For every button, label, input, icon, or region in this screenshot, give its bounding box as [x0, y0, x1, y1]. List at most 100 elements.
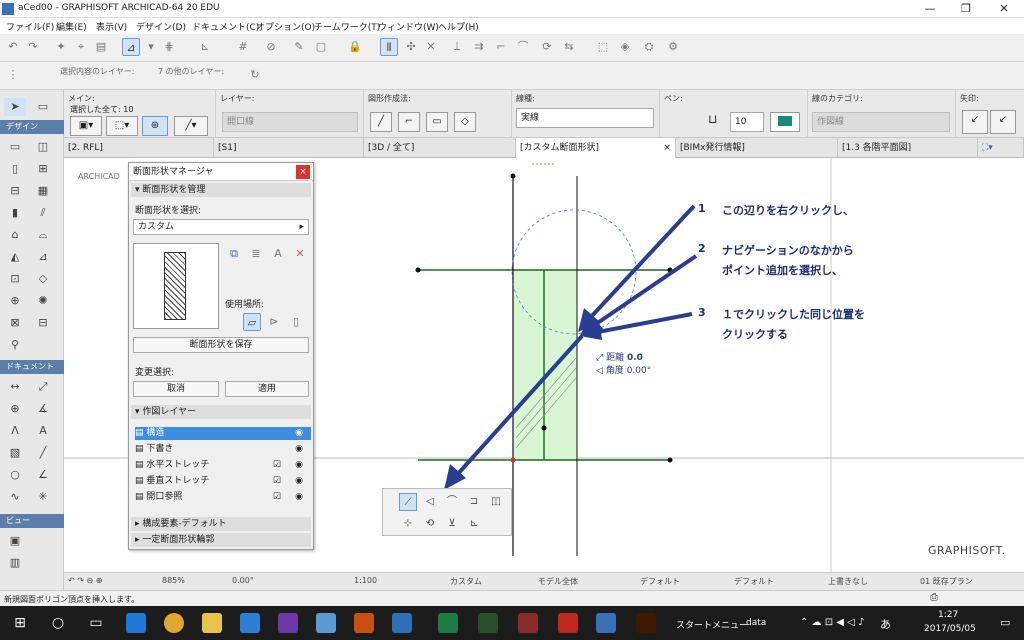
zoom-value[interactable]: 885%	[162, 576, 185, 585]
print-icon[interactable]: ⎙	[930, 592, 938, 603]
illustrator-icon[interactable]	[636, 613, 656, 633]
toolbox-design-header[interactable]: デザイン	[0, 120, 64, 134]
layer-row[interactable]: ▤ 構造 ◉	[135, 427, 311, 440]
excel-icon[interactable]	[438, 613, 458, 633]
angle-dim-icon[interactable]: ∡	[32, 400, 54, 418]
arrow-tool-icon[interactable]: ➤	[4, 98, 26, 116]
offset-icon[interactable]: ⇉	[470, 38, 488, 56]
checkbox-checked[interactable]: ☑	[273, 491, 281, 504]
hatch-tool-icon[interactable]: ▧	[4, 444, 26, 462]
rotate-icon[interactable]: ⟳	[538, 38, 556, 56]
tab-bimx[interactable]: [BIMx発行情報]	[676, 138, 838, 158]
roof-tool-icon[interactable]: ⌂	[4, 226, 26, 244]
polyline-tool-icon[interactable]: ∠	[32, 466, 54, 484]
morph-tool-icon[interactable]: ⊕	[4, 292, 26, 310]
lock-icon[interactable]: 🔒	[346, 38, 364, 56]
maximize-button[interactable]: ❐	[948, 0, 984, 18]
add-point-icon[interactable]: ⟋	[399, 493, 417, 511]
word-icon[interactable]	[392, 613, 412, 633]
split-node-icon[interactable]: ⊻	[443, 515, 461, 533]
pen-number-field[interactable]: 10	[730, 112, 764, 132]
mail-icon[interactable]	[240, 613, 260, 633]
model-view-value[interactable]: モデル全体	[538, 576, 578, 587]
shell-tool-icon[interactable]: ⌓	[32, 226, 54, 244]
section-edge-header[interactable]: ▸ 一定断面形状輪郭	[131, 533, 311, 547]
magic-wand-icon[interactable]: ✦	[52, 38, 70, 56]
data-label[interactable]: data	[746, 618, 766, 628]
minimize-button[interactable]: —	[912, 0, 948, 18]
category-select[interactable]: 作図線	[812, 112, 950, 132]
select-type-button[interactable]: ⬚▾	[106, 116, 138, 136]
pen-set-value[interactable]: デフォルト	[640, 576, 680, 587]
usage-column-icon[interactable]: ▯	[287, 313, 305, 331]
layer-row[interactable]: ▤ 開口参照 ☑ ◉	[135, 491, 311, 504]
tab-close-icon[interactable]: ×	[663, 138, 671, 158]
adjust-icon[interactable]: ⟘	[448, 38, 466, 56]
flash-icon[interactable]	[518, 613, 538, 633]
eye-icon[interactable]: ◉	[295, 475, 303, 488]
gravity-icon[interactable]: ⊾	[196, 38, 214, 56]
beam-tool-icon[interactable]: ⊟	[4, 182, 26, 200]
eye-icon[interactable]: ◉	[295, 443, 303, 456]
settings-gear-icon[interactable]: ⚙	[664, 38, 682, 56]
railing-tool-icon[interactable]: ⊿	[32, 248, 54, 266]
trim-icon[interactable]: ⫴	[380, 38, 398, 56]
tray-icons[interactable]: ⌃ ☁ ⊡ ◀ ◁ ♪	[800, 617, 864, 628]
dreamweaver-icon[interactable]	[478, 613, 498, 633]
label-tool-icon[interactable]: A	[32, 422, 54, 440]
menu-design[interactable]: デザイン(D)	[136, 20, 186, 33]
search-icon[interactable]: ○	[48, 613, 68, 633]
menu-document[interactable]: ドキュメント(C)	[192, 20, 259, 33]
hotspot[interactable]	[510, 173, 516, 179]
fillet-icon[interactable]: ⌒	[514, 38, 532, 56]
section-layers-header[interactable]: ▾ 作図レイヤー	[131, 405, 311, 419]
close-button[interactable]: ✕	[986, 0, 1022, 18]
wall-tool-icon[interactable]: ▭	[4, 138, 26, 156]
column-tool-icon[interactable]: ▯	[4, 160, 26, 178]
renovation-value[interactable]: 上書きなし	[828, 576, 868, 587]
slab-tool-icon[interactable]: ▮	[4, 204, 26, 222]
fillet-corner-icon[interactable]: ⊐	[465, 493, 483, 511]
drag-icon[interactable]: ✣	[402, 38, 420, 56]
arrow-style2-icon[interactable]: ↙	[990, 110, 1016, 134]
menu-options[interactable]: オプション(O)	[256, 20, 315, 33]
windows-start-icon[interactable]: ⊞	[10, 613, 30, 633]
tab-navigator-icon[interactable]: ⛶▾	[978, 138, 1024, 158]
menu-window[interactable]: ウィンドウ(W)	[378, 20, 439, 33]
clock-date[interactable]: 2017/05/05	[924, 624, 976, 634]
ime-indicator[interactable]: あ	[880, 616, 891, 632]
window-tool-icon[interactable]: ⊞	[32, 160, 54, 178]
usage-beam-icon[interactable]: ⊳	[265, 313, 283, 331]
layer-row[interactable]: ▤ 水平ストレッチ ☑ ◉	[135, 459, 311, 472]
origin-point[interactable]	[510, 457, 516, 463]
palette-close-button[interactable]: ×	[296, 165, 310, 179]
layer-select[interactable]: 開口線	[222, 112, 358, 132]
start-menu-label[interactable]: スタートメニュー	[676, 618, 748, 631]
folder-icon[interactable]	[202, 613, 222, 633]
eye-icon[interactable]: ◉	[295, 459, 303, 472]
rename-profile-icon[interactable]: ≣	[247, 245, 265, 263]
filter-value[interactable]: 01 既存プラン	[920, 576, 973, 587]
text-profile-icon[interactable]: A	[269, 245, 287, 263]
room-tool-icon[interactable]: ⊟	[32, 314, 54, 332]
tab-3d[interactable]: [3D / 全て]	[364, 138, 516, 158]
rect-edge-icon[interactable]: ◫	[487, 493, 505, 511]
zone-tool-icon[interactable]: ⊠	[4, 314, 26, 332]
menu-view[interactable]: 表示(V)	[96, 20, 127, 33]
redo-icon[interactable]: ↷	[24, 38, 42, 56]
camera-tool-icon[interactable]: ▣	[4, 532, 26, 550]
hotspot[interactable]	[415, 267, 421, 273]
split-icon[interactable]: ⌐	[492, 38, 510, 56]
tab-s1[interactable]: [S1]	[214, 138, 364, 158]
snap-guides-icon[interactable]: ⋕	[160, 38, 178, 56]
profile-select[interactable]: カスタム ▸	[133, 219, 309, 235]
section-defaults-header[interactable]: ▸ 構成要素-デフォルト	[131, 517, 311, 531]
line-type-select[interactable]: 実線	[516, 108, 654, 128]
section-tool-icon[interactable]: ▥	[4, 554, 26, 572]
door-tool-icon[interactable]: ◫	[32, 138, 54, 156]
hotspot[interactable]	[541, 425, 547, 431]
eye-icon[interactable]: ◉	[295, 427, 303, 440]
radial-dim-icon[interactable]: ⊕	[4, 400, 26, 418]
menu-teamwork[interactable]: チームワーク(T)	[314, 20, 380, 33]
arrow-style-icon[interactable]: ↙	[962, 110, 988, 134]
